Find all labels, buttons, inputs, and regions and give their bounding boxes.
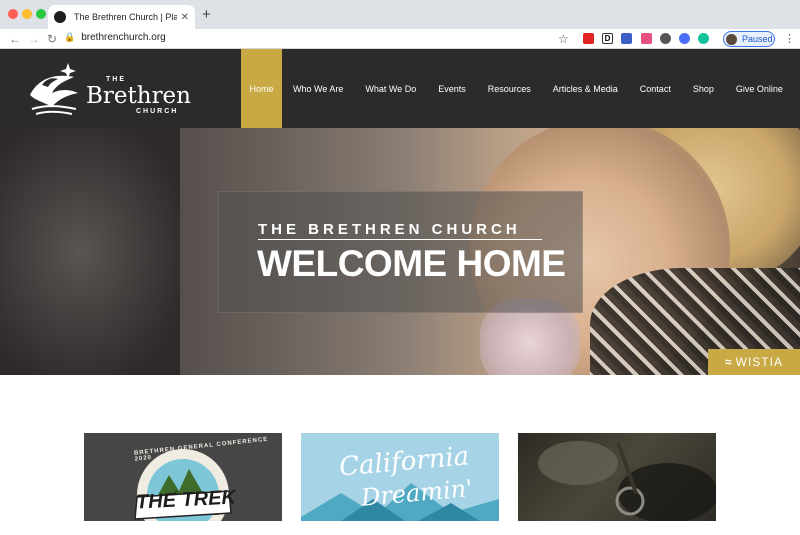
site-logo[interactable]: THE Brethren CHURCH (24, 59, 204, 119)
card-footer (301, 521, 499, 535)
nav-item-shop[interactable]: Shop (682, 49, 725, 128)
site-favicon-icon (54, 11, 66, 23)
browser-menu-icon[interactable]: ⋮ (784, 32, 795, 45)
minimize-window-button[interactable] (22, 9, 32, 19)
nav-item-resources[interactable]: Resources (477, 49, 542, 128)
tab-title: The Brethren Church | Planting C (74, 12, 177, 22)
forward-arrow-icon[interactable]: → (28, 32, 40, 46)
extension-icon[interactable] (583, 33, 594, 44)
browser-toolbar: ← → ↻ 🔒 brethrenchurch.org ☆ D Paused ⋮ (0, 29, 800, 49)
profile-button[interactable]: Paused (723, 31, 775, 47)
nav-item-articles-media[interactable]: Articles & Media (542, 49, 629, 128)
nav-item-contact[interactable]: Contact (629, 49, 682, 128)
card-the-trek[interactable]: BRETHREN GENERAL CONFERENCE 2020 THE TRE… (84, 433, 282, 535)
lock-icon: 🔒 (64, 32, 76, 42)
extension-icon[interactable]: D (602, 33, 613, 44)
nav-item-who-we-are[interactable]: Who We Are (282, 49, 354, 128)
logo-name-text: Brethren (86, 83, 191, 109)
hero-headline: WELCOME HOME (257, 243, 566, 284)
extension-icon[interactable] (660, 33, 671, 44)
address-bar[interactable]: 🔒 brethrenchurch.org (64, 32, 166, 43)
url-text: brethrenchurch.org (81, 32, 166, 43)
card-california-dreamin[interactable]: California Dreamin' (301, 433, 499, 535)
hero-kicker: THE BRETHREN CHURCH (258, 221, 521, 238)
new-tab-button[interactable]: + (202, 6, 211, 23)
close-window-button[interactable] (8, 9, 18, 19)
browser-tab[interactable]: The Brethren Church | Planting C ✕ (48, 5, 195, 29)
dove-flame-logo-icon (30, 63, 78, 115)
extension-icon[interactable] (679, 33, 690, 44)
extension-icon[interactable] (621, 33, 632, 44)
wistia-badge-label: WISTIA (735, 355, 783, 369)
card-photo[interactable] (518, 433, 716, 535)
logo-sub-text: CHURCH (136, 108, 179, 115)
logo-the-text: THE (106, 76, 126, 83)
bookmark-star-icon[interactable]: ☆ (558, 32, 569, 46)
browser-tab-strip: The Brethren Church | Planting C ✕ + (0, 0, 800, 29)
nav-item-give-online[interactable]: Give Online (725, 49, 794, 128)
avatar (726, 33, 737, 45)
extension-icon[interactable] (698, 33, 709, 44)
extension-icon[interactable] (641, 33, 652, 44)
hero-background-shape (0, 128, 180, 375)
hero-divider (258, 239, 542, 240)
card-footer (518, 521, 716, 535)
close-tab-icon[interactable]: ✕ (181, 12, 189, 23)
wistia-logo-icon: ≈ (725, 355, 733, 369)
nav-item-home[interactable]: Home (241, 49, 282, 128)
nav-item-events[interactable]: Events (427, 49, 477, 128)
maximize-window-button[interactable] (36, 9, 46, 19)
card-photo-image (538, 441, 716, 523)
back-arrow-icon[interactable]: ← (9, 32, 21, 46)
wistia-badge[interactable]: ≈ WISTIA (708, 349, 800, 375)
main-nav: Home Who We Are What We Do Events Resour… (241, 49, 794, 128)
reload-icon[interactable]: ↻ (47, 32, 57, 46)
card-footer (84, 521, 282, 535)
nav-item-what-we-do[interactable]: What We Do (354, 49, 427, 128)
profile-status: Paused (742, 34, 773, 44)
